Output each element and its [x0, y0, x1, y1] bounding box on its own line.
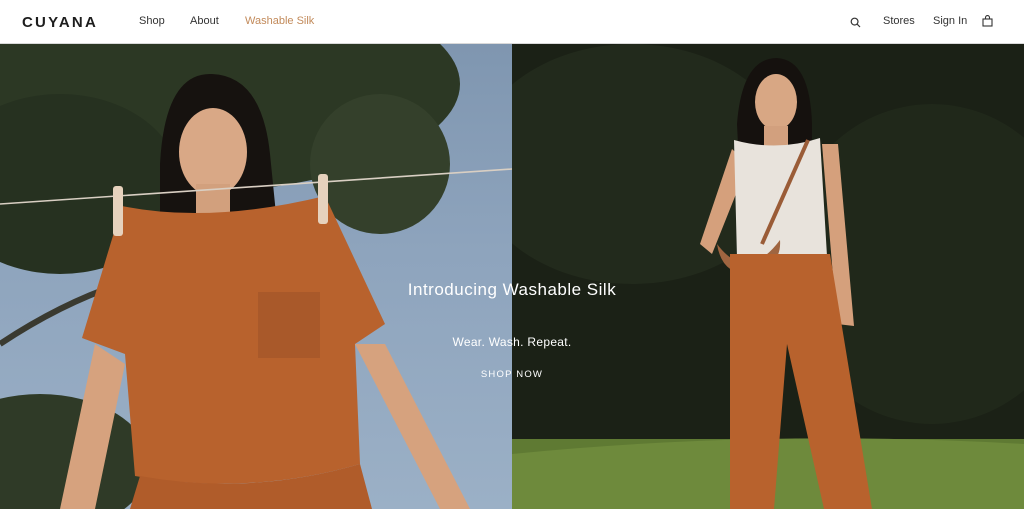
brand-logo[interactable]: CUYANA	[22, 14, 98, 31]
nav-washable-silk[interactable]: Washable Silk	[245, 15, 314, 27]
nav-shop[interactable]: Shop	[139, 15, 165, 27]
hero-subtitle: Wear. Wash. Repeat.	[452, 335, 572, 349]
hero-title: Introducing Washable Silk	[407, 280, 617, 299]
search-icon[interactable]	[850, 17, 861, 28]
nav-about[interactable]: About	[190, 15, 219, 27]
shop-now-link[interactable]: SHOP NOW	[0, 369, 1024, 380]
nav-stores[interactable]: Stores	[883, 15, 915, 27]
hero-image-right	[512, 44, 1024, 509]
shopping-bag-icon[interactable]	[982, 15, 993, 27]
garden-photo	[512, 44, 1024, 509]
clothesline-photo	[0, 44, 512, 509]
hero-image-left	[0, 44, 512, 509]
nav-sign-in[interactable]: Sign In	[933, 15, 967, 27]
site-header: CUYANA Shop About Washable Silk Stores S…	[0, 0, 1024, 44]
hero-banner[interactable]: Introducing Washable Silk Wear. Wash. Re…	[0, 44, 1024, 509]
